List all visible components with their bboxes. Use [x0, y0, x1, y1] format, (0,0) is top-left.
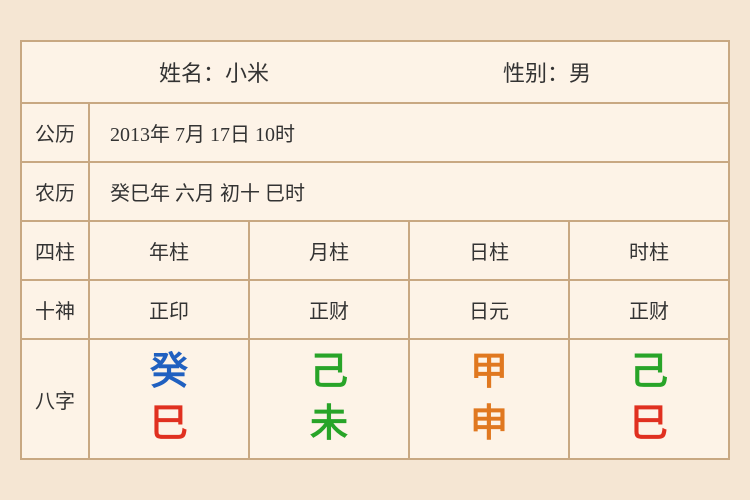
pillar-year: 年柱 [90, 222, 250, 279]
pillars-row: 四柱 年柱 月柱 日柱 时柱 [22, 222, 728, 281]
lunar-row: 农历 癸巳年 六月 初十 巳时 [22, 163, 728, 222]
bazi-year-top: 癸 [150, 350, 188, 396]
pillar-day: 日柱 [410, 222, 570, 279]
name-label: 姓名：小米 [159, 56, 269, 88]
bazi-month-bottom: 未 [310, 402, 348, 448]
bazi-year-cell: 癸 巳 [90, 340, 250, 457]
pillar-hour: 时柱 [570, 222, 728, 279]
bazi-day-top: 甲 [470, 350, 508, 396]
pillar-month: 月柱 [250, 222, 410, 279]
shishen-year: 正印 [90, 281, 250, 338]
bazi-hour-cell: 己 巳 [570, 340, 728, 457]
bazi-day-cell: 甲 申 [410, 340, 570, 457]
lunar-value: 癸巳年 六月 初十 巳时 [90, 163, 728, 220]
pillars-label: 四柱 [22, 222, 90, 279]
bazi-row: 八字 癸 巳 己 未 甲 申 己 巳 [22, 340, 728, 457]
shishen-label: 十神 [22, 281, 90, 338]
shishen-hour: 正财 [570, 281, 728, 338]
bazi-month-top: 己 [310, 350, 348, 396]
solar-value: 2013年 7月 17日 10时 [90, 104, 728, 161]
main-container: 姓名：小米 性别：男 公历 2013年 7月 17日 10时 农历 癸巳年 六月… [20, 40, 730, 459]
bazi-day-bottom: 申 [470, 402, 508, 448]
bazi-hour-bottom: 巳 [630, 402, 668, 448]
bazi-hour-top: 己 [630, 350, 668, 396]
bazi-year-bottom: 巳 [150, 402, 188, 448]
header-row: 姓名：小米 性别：男 [22, 42, 728, 104]
gender-label: 性别：男 [503, 56, 591, 88]
bazi-cells: 癸 巳 己 未 甲 申 己 巳 [90, 340, 728, 457]
bazi-label: 八字 [22, 340, 90, 457]
solar-row: 公历 2013年 7月 17日 10时 [22, 104, 728, 163]
shishen-row: 十神 正印 正财 日元 正财 [22, 281, 728, 340]
lunar-label: 农历 [22, 163, 90, 220]
solar-label: 公历 [22, 104, 90, 161]
shishen-day: 日元 [410, 281, 570, 338]
bazi-month-cell: 己 未 [250, 340, 410, 457]
shishen-month: 正财 [250, 281, 410, 338]
